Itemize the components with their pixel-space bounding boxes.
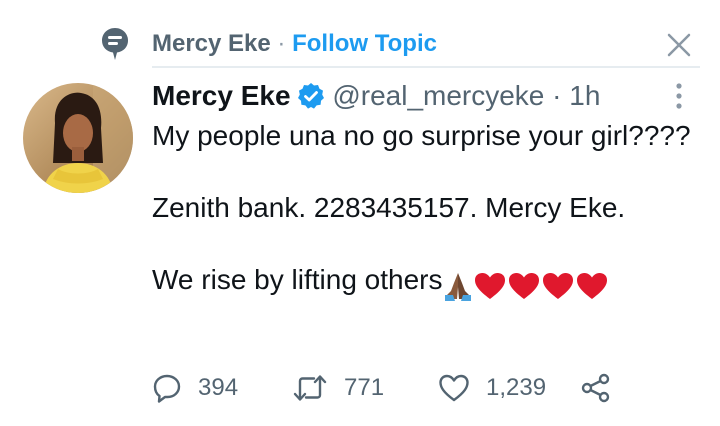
verified-badge-icon — [297, 83, 324, 109]
tweet-header: Mercy Eke @real_mercyeke · 1h — [152, 78, 600, 114]
topic-line: Mercy Eke · Follow Topic — [152, 30, 437, 58]
author-handle[interactable]: @real_mercyeke — [332, 80, 544, 111]
heart-icon — [439, 374, 469, 402]
red-heart-icon — [474, 272, 505, 299]
tweet-text: My people una no go surprise your girl??… — [152, 118, 692, 302]
tweet-text-line-1: My people una no go surprise your girl??… — [152, 120, 691, 151]
like-count: 1,239 — [486, 374, 547, 401]
reply-count: 394 — [198, 374, 239, 401]
like-button[interactable]: 1,239 — [438, 370, 546, 406]
red-heart-icon — [508, 272, 539, 299]
share-icon — [581, 373, 610, 403]
tweet-text-line-2: Zenith bank. 2283435157. Mercy Eke. — [152, 192, 626, 223]
praying-hands-icon — [444, 272, 471, 301]
topic-name[interactable]: Mercy Eke — [152, 30, 271, 57]
topic-icon — [102, 28, 128, 60]
share-button[interactable] — [580, 370, 612, 406]
retweet-count: 771 — [344, 374, 385, 401]
retweet-icon — [293, 375, 327, 401]
emoji-row — [443, 266, 609, 302]
divider — [152, 66, 700, 68]
follow-topic-button[interactable]: Follow Topic — [292, 30, 437, 57]
topic-separator: · — [277, 30, 286, 57]
tweet-actions: 394 771 1,239 — [152, 370, 672, 406]
author-name[interactable]: Mercy Eke — [152, 80, 291, 111]
retweet-button[interactable]: 771 — [292, 370, 384, 406]
reply-button[interactable]: 394 — [152, 370, 238, 406]
more-options-icon[interactable] — [672, 82, 686, 110]
tweet-text-line-3: We rise by lifting others — [152, 264, 443, 295]
reply-icon — [153, 374, 181, 403]
avatar[interactable] — [23, 83, 133, 193]
close-icon[interactable] — [664, 30, 694, 60]
time-separator: · — [552, 80, 562, 111]
tweet-timestamp[interactable]: 1h — [569, 80, 600, 111]
red-heart-icon — [542, 272, 573, 299]
topic-bar: Mercy Eke · Follow Topic — [0, 0, 720, 70]
red-heart-icon — [576, 272, 607, 299]
